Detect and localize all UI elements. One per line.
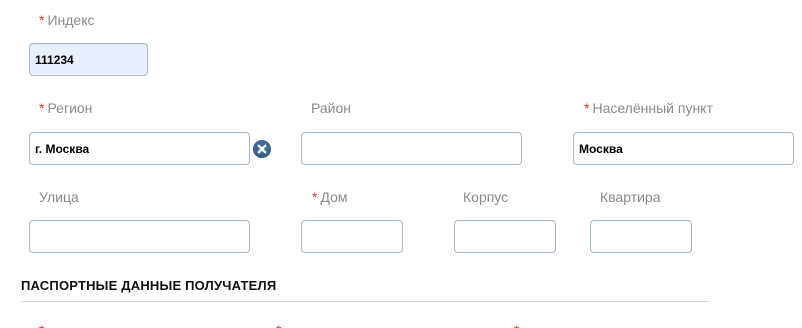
passport-section-title: ПАСПОРТНЫЕ ДАННЫЕ ПОЛУЧАТЕЛЯ [21,278,277,293]
next-row-required-mark: * [514,322,522,328]
index-field[interactable] [29,43,148,76]
next-row-required-mark: * [39,322,47,328]
locality-field[interactable] [573,132,794,165]
locality-label: * Населённый пункт [584,100,713,116]
street-field[interactable] [29,220,250,253]
region-label: * Регион [39,100,93,116]
district-field[interactable] [301,132,522,165]
required-mark: * [39,12,45,28]
apartment-label: Квартира [600,189,661,205]
clear-region-button[interactable] [253,140,271,158]
required-mark: * [584,100,590,116]
index-label: * Индекс [39,12,95,28]
street-label: Улица [39,189,79,205]
building-label: Корпус [463,189,509,205]
house-label: * Дом [312,189,348,205]
required-mark: * [312,189,318,205]
apartment-field[interactable] [590,220,692,253]
required-mark: * [39,100,45,116]
region-field[interactable] [29,132,250,165]
district-label: Район [311,100,351,116]
next-row-required-mark: * [276,322,284,328]
house-field[interactable] [301,220,403,253]
clear-circle-x-icon [257,144,267,154]
section-divider [21,301,709,302]
building-field[interactable] [454,220,556,253]
address-form: *Индекс *Регион Район *Населённый пункт … [0,0,802,328]
